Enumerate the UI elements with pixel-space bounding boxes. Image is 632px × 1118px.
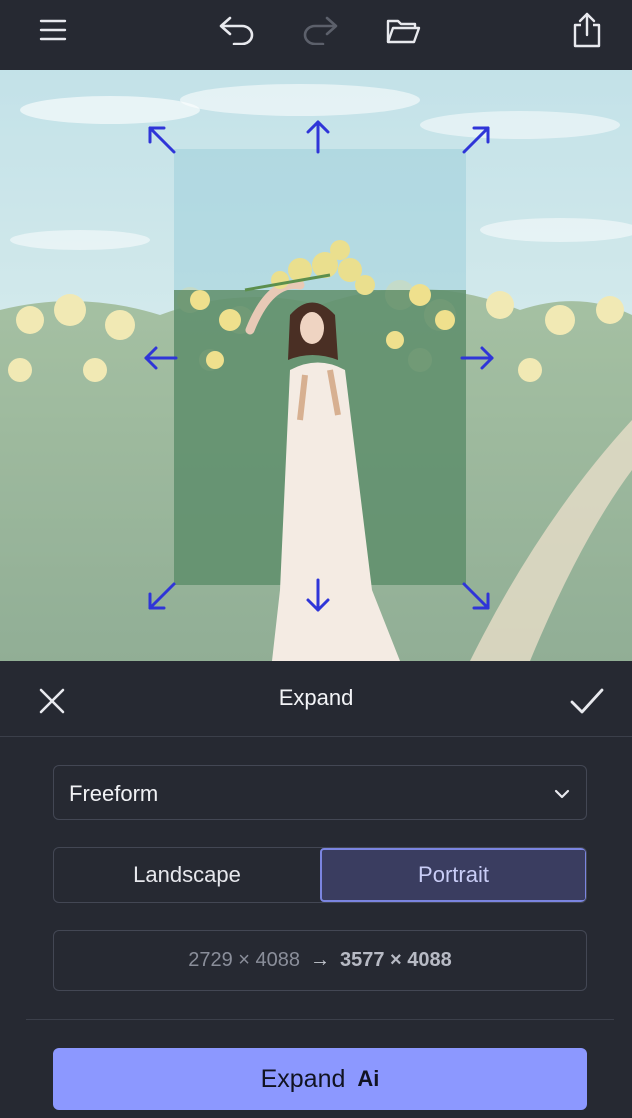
redo-icon[interactable] — [294, 8, 346, 52]
arrow-down-left-icon[interactable] — [142, 576, 182, 616]
portrait-option[interactable]: Portrait — [320, 848, 586, 902]
arrow-down-right-icon[interactable] — [456, 576, 496, 616]
arrow-up-icon[interactable] — [298, 116, 338, 156]
chevron-down-icon — [554, 789, 570, 799]
arrow-left-icon[interactable] — [140, 338, 180, 378]
divider — [26, 1019, 614, 1020]
landscape-option[interactable]: Landscape — [54, 848, 320, 902]
arrow-down-icon[interactable] — [298, 576, 338, 616]
arrow-right-icon[interactable] — [458, 338, 498, 378]
top-toolbar — [0, 0, 632, 70]
panel-title: Expand — [278, 685, 354, 710]
open-folder-icon[interactable] — [377, 8, 429, 52]
original-dimensions: 2729 × 4088 — [188, 949, 300, 971]
arrow-right-icon: → — [310, 949, 330, 971]
aspect-ratio-select[interactable]: Freeform — [53, 765, 587, 820]
aspect-ratio-value: Freeform — [69, 781, 159, 806]
photo-preview — [0, 70, 632, 661]
panel-header: Expand — [0, 661, 632, 737]
image-canvas[interactable] — [0, 70, 632, 661]
arrow-up-left-icon[interactable] — [142, 120, 182, 160]
expand-panel: Expand Freeform Landscape Portrait 2729 … — [0, 661, 632, 1118]
hamburger-menu-icon[interactable] — [27, 8, 79, 52]
expand-button-label: Expand — [260, 1064, 346, 1093]
undo-icon[interactable] — [211, 8, 263, 52]
dimensions-readout: 2729 × 4088 → 3577 × 4088 — [53, 930, 587, 991]
share-export-icon[interactable] — [561, 8, 613, 52]
orientation-toggle: Landscape Portrait — [53, 847, 587, 903]
ai-badge: Ai — [357, 1066, 380, 1091]
checkmark-icon[interactable] — [564, 679, 610, 723]
arrow-up-right-icon[interactable] — [456, 120, 496, 160]
expanded-dimensions: 3577 × 4088 — [340, 949, 452, 971]
expand-ai-button[interactable]: Expand Ai — [53, 1048, 587, 1110]
